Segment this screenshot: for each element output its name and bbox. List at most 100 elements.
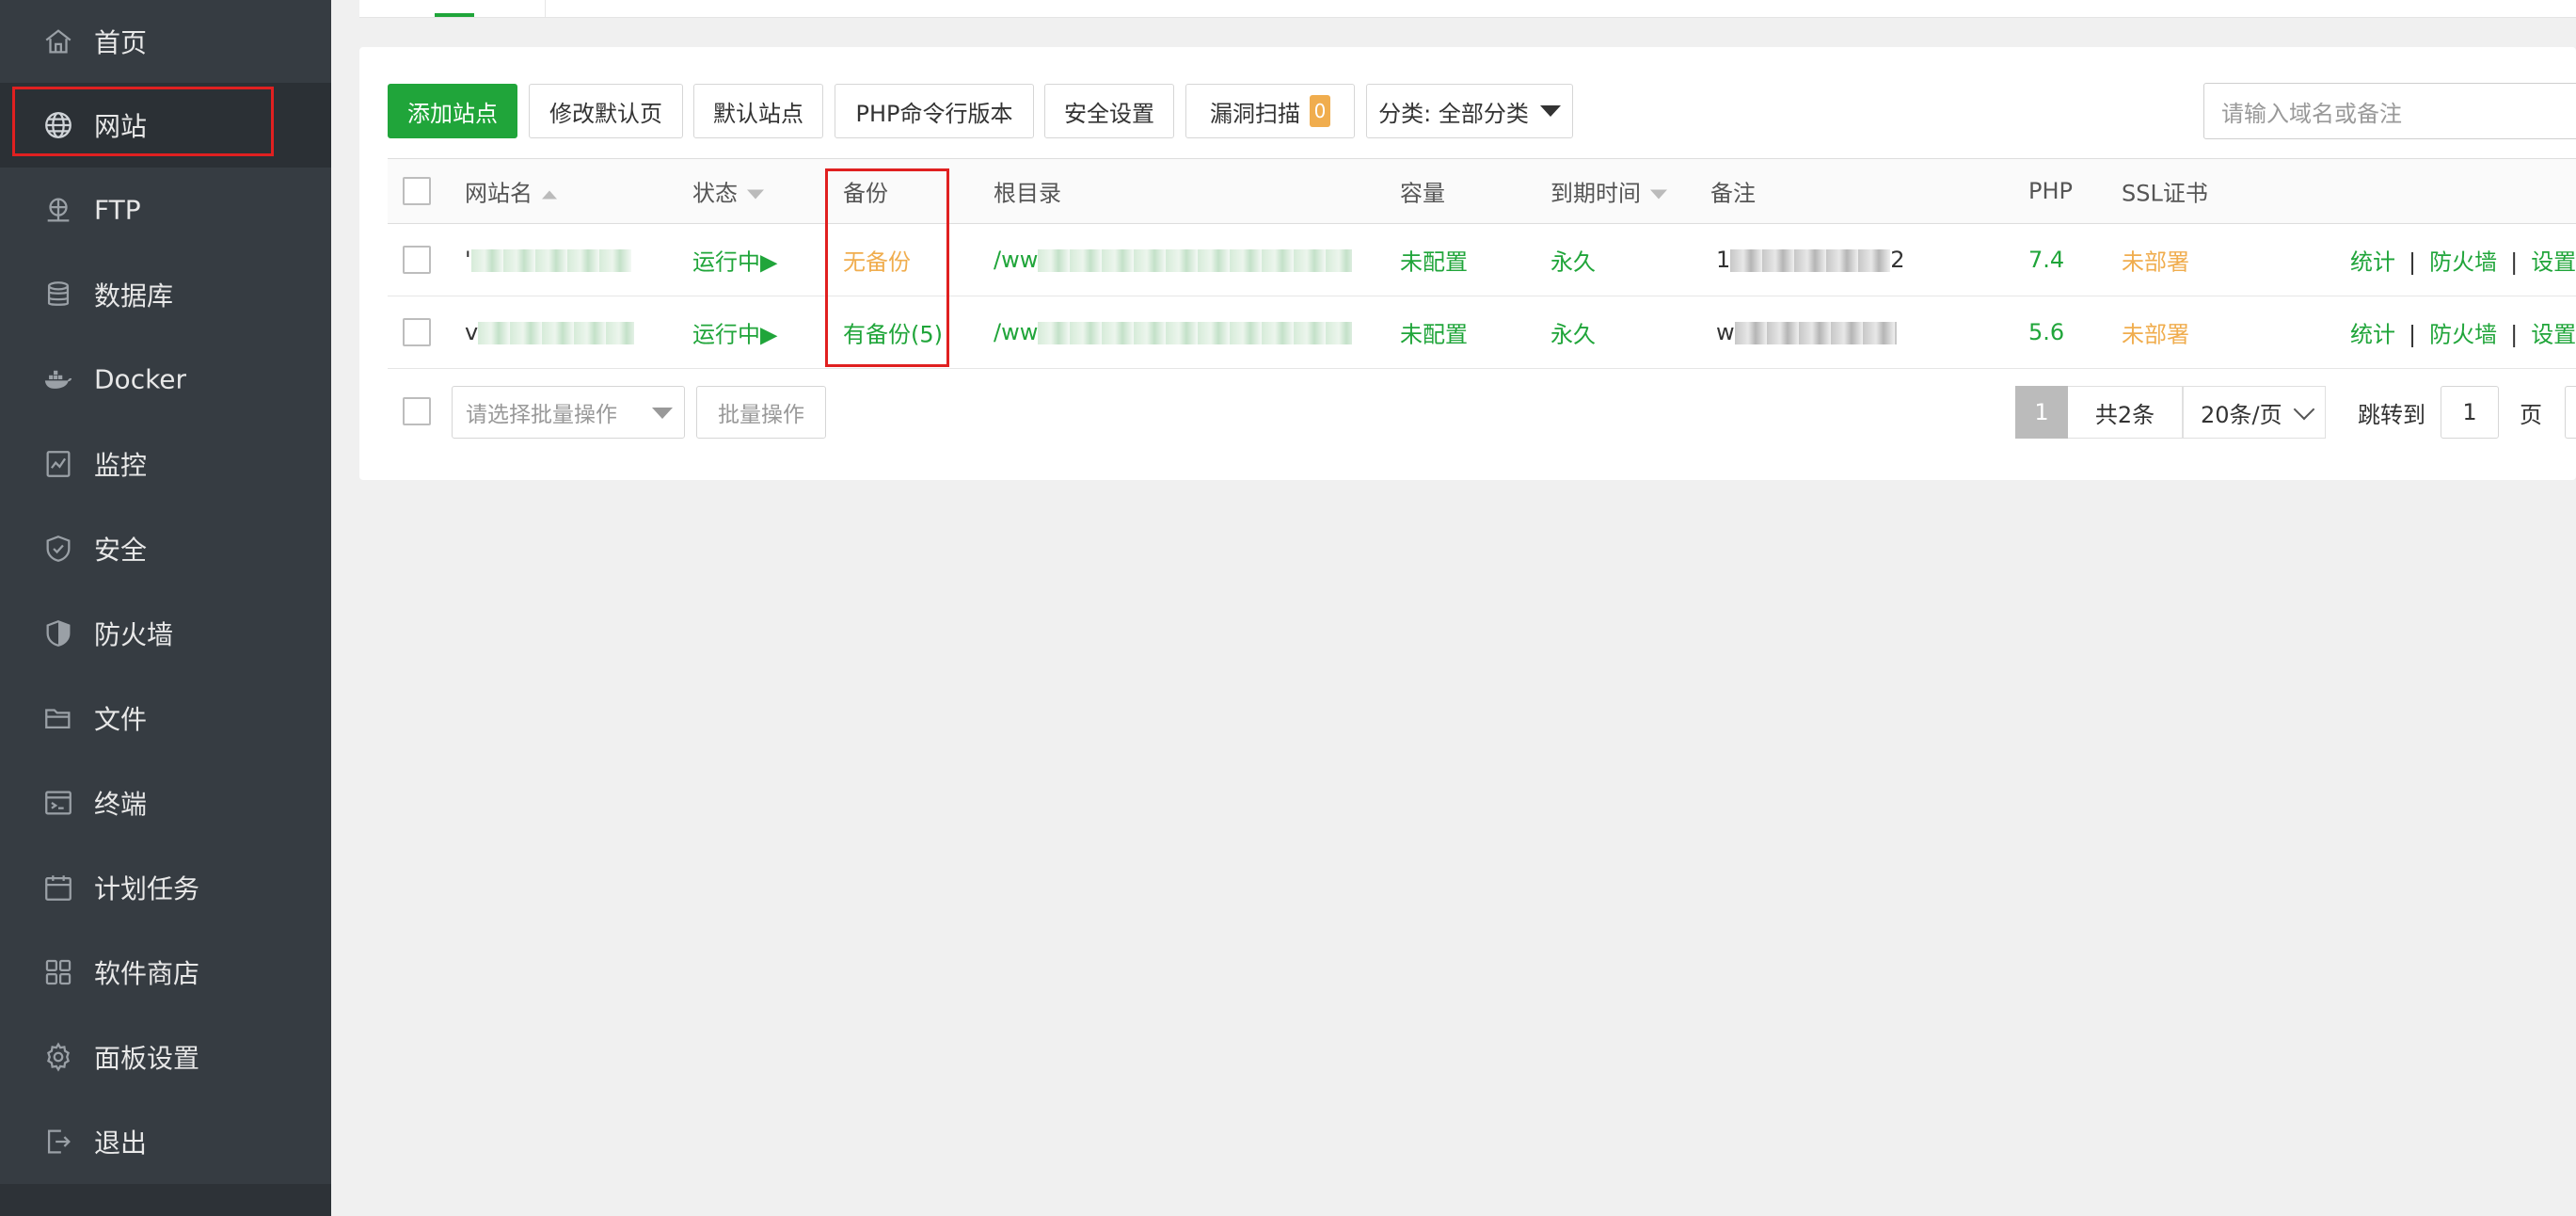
firewall-link[interactable]: 防火墙 [2429, 249, 2497, 276]
caret-down-icon [1539, 105, 1561, 117]
col-status[interactable]: 状态 [692, 175, 764, 208]
apps-grid-icon [41, 955, 75, 989]
sidebar-item-firewall[interactable]: 防火墙 [0, 591, 331, 676]
settings-link[interactable]: 设置 [2531, 322, 2576, 348]
page-unit-label: 页 [2520, 401, 2542, 428]
sidebar-item-security[interactable]: 安全 [0, 506, 331, 591]
sidebar-item-monitor[interactable]: 监控 [0, 422, 331, 506]
search-input[interactable]: 请输入域名或备注 [2203, 83, 2576, 139]
current-page-button[interactable]: 1 [2015, 386, 2068, 439]
status-toggle[interactable]: 运行中▶ [692, 316, 777, 349]
select-all-checkbox[interactable] [403, 177, 431, 205]
page-size-select[interactable]: 20条/页 [2183, 386, 2326, 439]
batch-action-button[interactable]: 批量操作 [696, 386, 826, 439]
redacted-site-name [470, 249, 631, 272]
sort-desc-icon [747, 189, 764, 200]
redacted-site-name [478, 322, 635, 344]
total-count: 共2条 [2068, 386, 2183, 439]
col-ssl: SSL证书 [2122, 180, 2208, 207]
sidebar-item-app-store[interactable]: 软件商店 [0, 930, 331, 1015]
redacted-note [1730, 249, 1891, 272]
sidebar-item-cron[interactable]: 计划任务 [0, 845, 331, 930]
col-expire[interactable]: 到期时间 [1550, 175, 1667, 208]
root-dir-link[interactable]: /ww [994, 247, 1353, 273]
sidebar-item-docker[interactable]: Docker [0, 337, 331, 422]
sidebar-item-logout[interactable]: 退出 [0, 1099, 331, 1184]
settings-link[interactable]: 设置 [2531, 249, 2576, 276]
redacted-note [1734, 322, 1897, 344]
chevron-down-icon [2293, 398, 2315, 421]
sidebar-item-websites[interactable]: 网站 [0, 83, 331, 168]
expire-link[interactable]: 永久 [1550, 316, 1596, 349]
security-settings-button[interactable]: 安全设置 [1044, 84, 1174, 138]
default-site-button[interactable]: 默认站点 [693, 84, 823, 138]
jump-go-button[interactable] [2565, 386, 2576, 439]
sort-asc-icon [542, 190, 557, 199]
sidebar-item-files[interactable]: 文件 [0, 676, 331, 760]
batch-action-placeholder: 请选择批量操作 [466, 403, 617, 427]
expire-link[interactable]: 永久 [1550, 244, 1596, 277]
sidebar: 首页 网站 FTP 数据库 Docker 监控 安全 防火墙 文件 终端 计划任… [0, 0, 331, 1216]
backup-link[interactable]: 有备份(5) [843, 316, 943, 349]
sidebar-item-label: 网站 [94, 111, 148, 142]
root-dir-link[interactable]: /ww [994, 319, 1353, 345]
capacity-link[interactable]: 未配置 [1400, 316, 1468, 349]
site-name-link[interactable]: v [465, 319, 635, 345]
status-toggle[interactable]: 运行中▶ [692, 244, 777, 277]
sidebar-item-ftp[interactable]: FTP [0, 168, 331, 252]
sidebar-item-label: 退出 [94, 1128, 148, 1159]
shield-check-icon [41, 532, 75, 566]
table-header: 网站名 状态 备份 根目录 容量 到期时间 备注 PHP SSL证书 [388, 159, 2576, 224]
sidebar-item-label: 文件 [94, 704, 148, 735]
php-version-link[interactable]: 5.6 [2028, 319, 2064, 345]
row-checkbox[interactable] [403, 246, 431, 274]
sidebar-item-terminal[interactable]: 终端 [0, 760, 331, 845]
sidebar-item-label: 防火墙 [94, 619, 174, 650]
tab-divider [545, 0, 546, 17]
sidebar-item-label: 安全 [94, 535, 148, 566]
batch-action-select[interactable]: 请选择批量操作 [452, 386, 685, 439]
col-root-dir: 根目录 [994, 180, 1061, 207]
sidebar-item-label: 软件商店 [94, 958, 200, 989]
footer-select-all-checkbox[interactable] [403, 397, 431, 425]
calendar-icon [41, 871, 75, 904]
database-icon [41, 278, 75, 312]
edit-default-page-button[interactable]: 修改默认页 [529, 84, 683, 138]
sidebar-item-label: 计划任务 [94, 873, 200, 904]
sidebar-item-label: 首页 [94, 27, 148, 58]
category-dropdown[interactable]: 分类: 全部分类 [1366, 84, 1573, 138]
stats-link[interactable]: 统计 [2350, 249, 2395, 276]
sidebar-item-panel-settings[interactable]: 面板设置 [0, 1015, 331, 1099]
sidebar-item-label: FTP [94, 194, 141, 226]
firewall-link[interactable]: 防火墙 [2429, 322, 2497, 348]
backup-link[interactable]: 无备份 [843, 244, 911, 277]
jump-page-input[interactable]: 1 [2441, 386, 2499, 439]
note-field[interactable]: w [1716, 319, 1897, 345]
capacity-link[interactable]: 未配置 [1400, 244, 1468, 277]
sidebar-item-label: 终端 [94, 789, 148, 820]
category-label: 分类: 全部分类 [1378, 100, 1529, 127]
site-table: 网站名 状态 备份 根目录 容量 到期时间 备注 PHP SSL证书 ' 运行中… [388, 158, 2576, 369]
vuln-scan-label: 漏洞扫描 [1210, 100, 1300, 127]
sidebar-item-home[interactable]: 首页 [0, 0, 331, 83]
php-version-link[interactable]: 7.4 [2028, 247, 2064, 273]
vuln-count-badge: 0 [1310, 95, 1330, 127]
col-capacity: 容量 [1400, 180, 1445, 207]
row-actions: 统计|防火墙|设置| [2350, 248, 2576, 276]
note-field[interactable]: 12 [1716, 247, 1905, 273]
ssl-link[interactable]: 未部署 [2122, 316, 2189, 349]
redacted-root-dir [1038, 249, 1353, 272]
page-size-value: 20条/页 [2201, 401, 2282, 428]
sidebar-item-database[interactable]: 数据库 [0, 252, 331, 337]
sidebar-item-label: 面板设置 [94, 1043, 200, 1074]
stats-link[interactable]: 统计 [2350, 322, 2395, 348]
php-cli-version-button[interactable]: PHP命令行版本 [835, 84, 1034, 138]
vuln-scan-button[interactable]: 漏洞扫描 0 [1185, 84, 1355, 138]
row-checkbox[interactable] [403, 318, 431, 346]
site-name-link[interactable]: ' [465, 247, 631, 273]
add-site-button[interactable]: 添加站点 [388, 84, 517, 138]
ssl-link[interactable]: 未部署 [2122, 244, 2189, 277]
search-placeholder: 请输入域名或备注 [2221, 100, 2402, 127]
table-row: v 运行中▶ 有备份(5) /ww 未配置 永久 w 5.6 未部署 统计 | 防火… [388, 296, 2576, 369]
col-site-name[interactable]: 网站名 [465, 175, 557, 208]
